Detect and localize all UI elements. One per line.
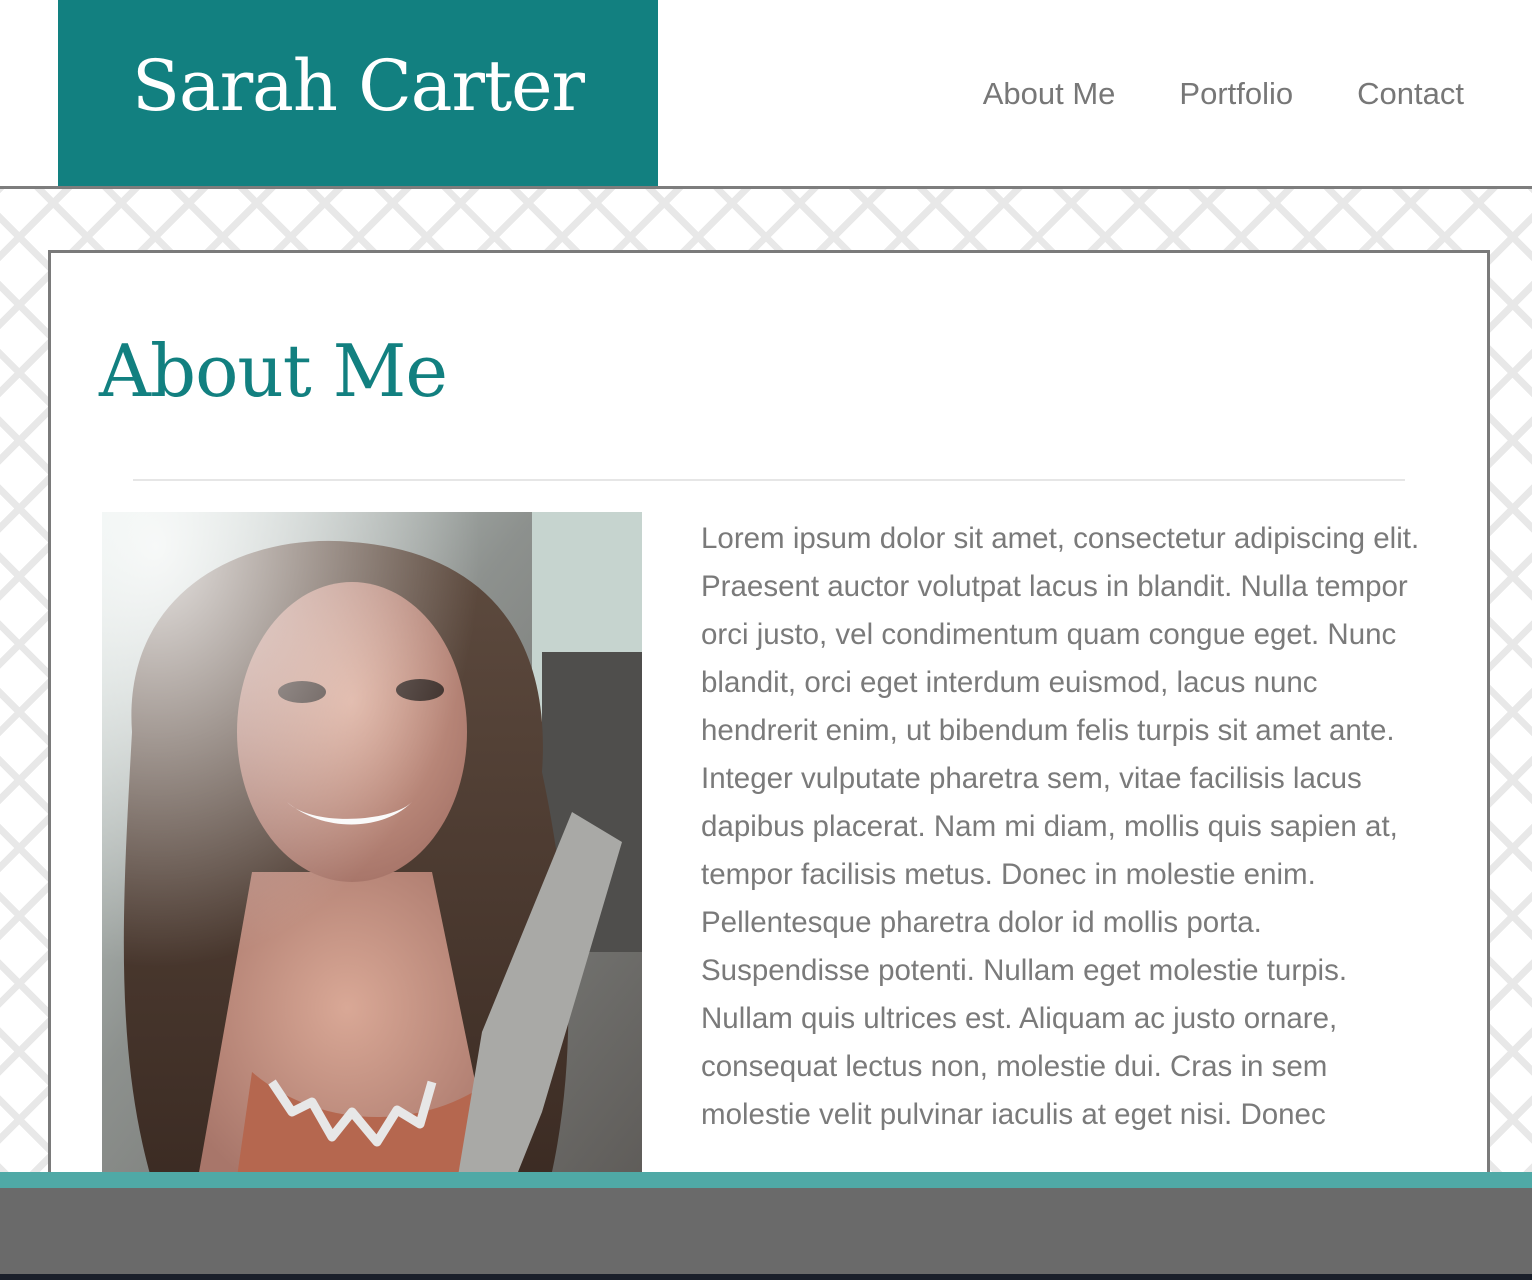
- site-logo[interactable]: Sarah Carter: [58, 0, 658, 186]
- main-nav: About Me Portfolio Contact: [983, 76, 1464, 112]
- site-footer: [0, 1188, 1532, 1280]
- footer-accent-bar: [0, 1172, 1532, 1188]
- bio-text: Lorem ipsum dolor sit amet, consectetur …: [701, 522, 1420, 1131]
- about-card: About Me Lorem ipsum dolor sit amet, con…: [48, 250, 1490, 1216]
- site-header: Sarah Carter About Me Portfolio Contact: [0, 0, 1532, 189]
- nav-link-portfolio[interactable]: Portfolio: [1179, 76, 1293, 112]
- profile-photo: [102, 512, 642, 1212]
- footer-edge: [0, 1274, 1532, 1280]
- nav-link-about-me[interactable]: About Me: [983, 76, 1116, 112]
- section-divider: [133, 479, 1405, 481]
- nav-link-contact[interactable]: Contact: [1357, 76, 1464, 112]
- section-heading: About Me: [99, 329, 448, 413]
- site-title: Sarah Carter: [132, 45, 585, 127]
